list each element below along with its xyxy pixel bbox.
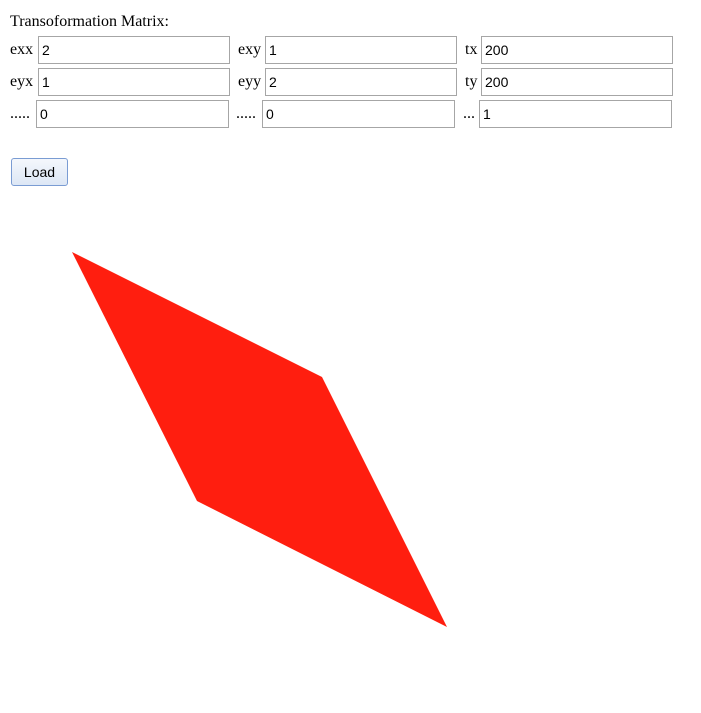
ty-input[interactable] [481, 68, 673, 96]
row3-col3-input[interactable] [479, 100, 672, 128]
row3-col3-label: ... [463, 105, 475, 122]
exy-input[interactable] [265, 36, 457, 64]
page-title: Transoformation Matrix: [10, 13, 169, 30]
ty-label: ty [465, 73, 478, 90]
load-button[interactable]: Load [11, 158, 68, 186]
tx-input[interactable] [481, 36, 673, 64]
row3-col2-input[interactable] [262, 100, 455, 128]
eyx-label: eyx [10, 73, 34, 90]
row3-col2-label: ..... [236, 105, 256, 122]
transformed-shape [72, 252, 447, 627]
tx-label: tx [465, 41, 478, 58]
eyx-input[interactable] [38, 68, 230, 96]
row3-col1-input[interactable] [36, 100, 229, 128]
exx-label: exx [10, 41, 34, 58]
exy-label: exy [238, 41, 262, 58]
row3-col1-label: ..... [10, 105, 30, 122]
eyy-input[interactable] [265, 68, 457, 96]
eyy-label: eyy [238, 73, 262, 90]
page: Transoformation Matrix: exx exy tx eyx e… [0, 0, 701, 713]
exx-input[interactable] [38, 36, 230, 64]
